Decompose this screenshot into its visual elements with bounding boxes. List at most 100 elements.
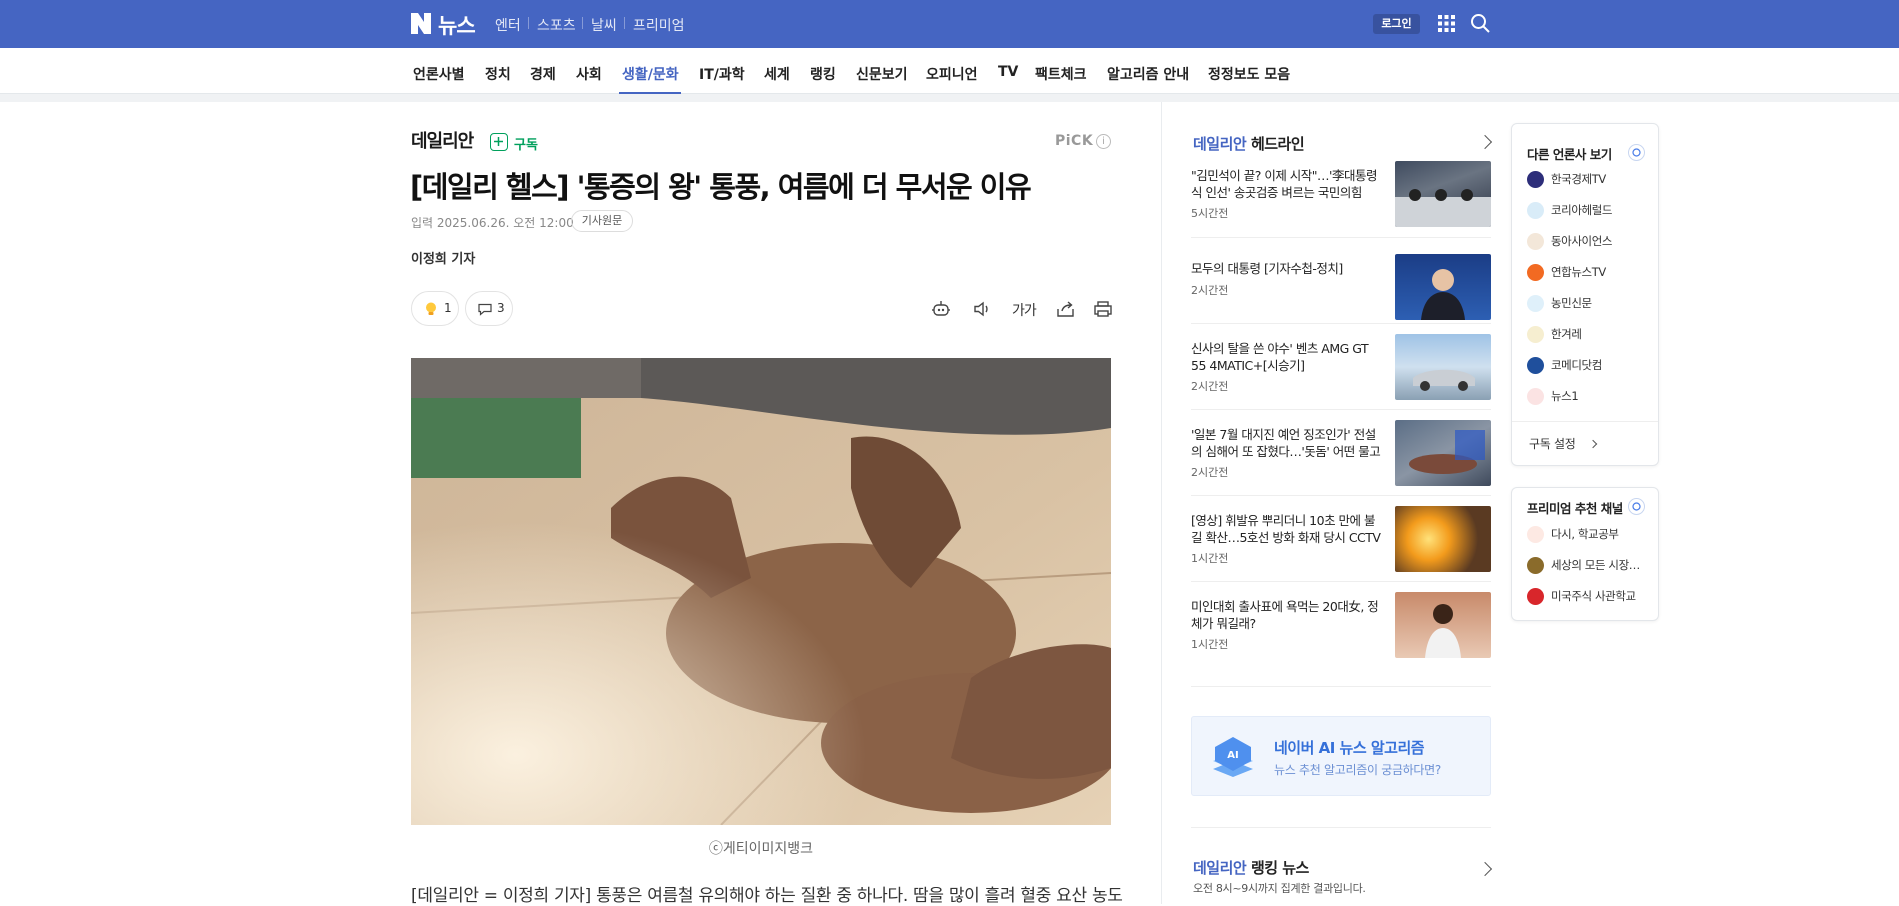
headline-thumbnail (1395, 161, 1491, 227)
naver-n-logo-icon[interactable] (411, 13, 431, 34)
headline-item[interactable]: 신사의 탈을 쓴 야수' 벤츠 AMG GT 55 4MATIC+[시승기] 2… (1191, 334, 1491, 412)
press-item-name: 농민신문 (1551, 296, 1592, 310)
headline-section-title[interactable]: 데일리안 헤드라인 (1193, 133, 1305, 154)
other-press-title: 다른 언론사 보기 (1527, 147, 1612, 162)
service-link-sports[interactable]: 스포츠 (537, 15, 576, 35)
ai-algorithm-banner[interactable]: AI 네이버 AI 뉴스 알고리즘 뉴스 추천 알고리즘이 궁금하다면? (1191, 716, 1491, 796)
press-item-name: 한겨레 (1551, 327, 1582, 341)
car-photo-image (1413, 369, 1475, 391)
press-item[interactable]: 한국경제TV (1527, 169, 1652, 189)
press-item-name: 코리아헤럴드 (1551, 203, 1613, 217)
press-item[interactable]: 코메디닷컴 (1527, 355, 1652, 375)
press-logo-icon (1527, 357, 1544, 374)
channel-name: 미국주식 사관학교 (1551, 589, 1636, 603)
press-item[interactable]: 한겨레 (1527, 324, 1652, 344)
refresh-icon[interactable] (1628, 498, 1645, 515)
like-reaction-button[interactable]: 1 (411, 291, 459, 326)
premium-channel-item[interactable]: 세상의 모든 시장… (1527, 555, 1652, 575)
channel-name: 세상의 모든 시장… (1551, 558, 1640, 572)
premium-channel-item[interactable]: 미국주식 사관학교 (1527, 586, 1652, 606)
news-logo-text[interactable]: 뉴스 (438, 10, 476, 40)
comment-button[interactable]: 3 (465, 291, 513, 326)
category-world[interactable]: 세계 (764, 64, 790, 84)
chevron-right-icon[interactable] (1477, 861, 1493, 877)
ranking-section-title[interactable]: 데일리안 랭킹 뉴스 (1193, 857, 1309, 878)
press-item[interactable]: 뉴스1 (1527, 386, 1652, 406)
service-link-weather[interactable]: 날씨 (591, 15, 617, 35)
category-life-culture[interactable]: 생활/문화 (622, 64, 679, 84)
headline-item-time: 2시간전 (1191, 284, 1229, 297)
print-icon[interactable] (1092, 298, 1114, 320)
pageant-photo-image (1425, 604, 1461, 658)
category-press[interactable]: 언론사별 (413, 64, 465, 84)
share-icon[interactable] (1055, 298, 1077, 320)
category-economy[interactable]: 경제 (530, 64, 556, 84)
item-separator (1191, 237, 1491, 238)
headline-item-time: 1시간전 (1191, 638, 1229, 651)
headline-item-time: 5시간전 (1191, 207, 1229, 220)
press-item-name: 코메디닷컴 (1551, 358, 1602, 372)
font-size-icon[interactable]: 가가 (1012, 300, 1037, 320)
category-it-science[interactable]: IT/과학 (699, 64, 745, 84)
press-logo-icon (1527, 202, 1544, 219)
headline-item-title: "김민석이 끝? 이제 시작"…'李대통령식 인선' 송곳검증 벼르는 국민의힘 (1191, 168, 1378, 200)
chevron-right-icon[interactable] (1588, 439, 1598, 449)
item-separator (1191, 409, 1491, 410)
press-logo-icon (1527, 388, 1544, 405)
reporter-name[interactable]: 이정희 기자 (411, 248, 475, 267)
lightbulb-reaction-icon (426, 302, 436, 315)
apps-grid-icon[interactable] (1438, 15, 1455, 32)
service-link-entertainment[interactable]: 엔터 (495, 15, 521, 35)
category-corrections[interactable]: 정정보도 모음 (1208, 64, 1290, 84)
headline-item-time: 2시간전 (1191, 380, 1229, 393)
headline-item[interactable]: 미인대회 출사표에 욕먹는 20대女, 정체가 뭐길래? 1시간전 (1191, 592, 1491, 670)
other-press-box: 다른 언론사 보기 한국경제TV 코리아헤럴드 동아사이언스 연합뉴스TV 농민… (1511, 123, 1659, 466)
service-link-premium[interactable]: 프리미엄 (633, 15, 685, 35)
ai-cube-icon: AI (1213, 737, 1253, 777)
headline-item[interactable]: 모두의 대통령 [기자수첩-정치] 2시간전 (1191, 254, 1491, 332)
photo-caption: ⓒ게티이미지뱅크 (708, 841, 814, 857)
category-opinion[interactable]: 오피니언 (926, 64, 978, 84)
subscribe-plus-icon[interactable] (490, 133, 508, 151)
refresh-icon[interactable] (1628, 144, 1645, 161)
column-divider (1161, 102, 1162, 904)
headline-item-title: '일본 7월 대지진 예언 징조인가' 전설의 심해어 또 잡혔다…'돗돔' 어… (1191, 427, 1381, 459)
headline-item-time: 1시간전 (1191, 552, 1229, 565)
item-separator (1191, 581, 1491, 582)
info-icon[interactable]: i (1096, 134, 1111, 149)
headline-item[interactable]: "김민석이 끝? 이제 시작"…'李대통령식 인선' 송곳검증 벼르는 국민의힘… (1191, 161, 1491, 239)
channel-logo-icon (1527, 588, 1544, 605)
chevron-right-icon[interactable] (1477, 134, 1493, 150)
login-button[interactable]: 로그인 (1373, 14, 1420, 34)
search-icon[interactable] (1470, 13, 1491, 34)
press-logo[interactable]: 데일리안 (411, 127, 474, 153)
headline-item[interactable]: [영상] 휘발유 뿌리더니 10초 만에 불길 확산…5호선 방화 화재 당시 … (1191, 506, 1491, 584)
category-society[interactable]: 사회 (576, 64, 602, 84)
press-item[interactable]: 코리아헤럴드 (1527, 200, 1652, 220)
category-algorithm[interactable]: 알고리즘 안내 (1107, 64, 1189, 84)
headline-section-press: 데일리안 (1193, 135, 1247, 153)
headline-item-time: 2시간전 (1191, 466, 1229, 479)
category-newspaper[interactable]: 신문보기 (856, 64, 908, 84)
press-item-name: 동아사이언스 (1551, 234, 1613, 248)
audio-icon[interactable] (971, 298, 993, 320)
category-politics[interactable]: 정치 (485, 64, 511, 84)
press-item[interactable]: 농민신문 (1527, 293, 1652, 313)
svg-text:AI: AI (1227, 750, 1238, 761)
press-item[interactable]: 연합뉴스TV (1527, 262, 1652, 282)
category-tv[interactable]: TV (998, 64, 1018, 80)
subscribe-button[interactable]: 구독 (514, 134, 538, 153)
headline-item[interactable]: '일본 7월 대지진 예언 징조인가' 전설의 심해어 또 잡혔다…'돗돔' 어… (1191, 420, 1491, 498)
category-factcheck[interactable]: 팩트체크 (1035, 64, 1087, 84)
section-separator (1191, 827, 1491, 828)
nav-shadow (0, 94, 1899, 102)
press-item[interactable]: 동아사이언스 (1527, 231, 1652, 251)
category-ranking[interactable]: 랭킹 (810, 64, 836, 84)
ranking-section-suffix: 랭킹 뉴스 (1250, 859, 1309, 877)
premium-channel-item[interactable]: 다시, 학교공부 (1527, 524, 1652, 544)
original-article-button[interactable]: 기사원문 (571, 210, 633, 232)
ai-banner-subtitle: 뉴스 추천 알고리즘이 궁금하다면? (1274, 763, 1441, 777)
subscribe-settings-link[interactable]: 구독 설정 (1529, 435, 1576, 452)
ranking-subtitle: 오전 8시~9시까지 집계한 결과입니다. (1193, 882, 1366, 895)
summary-bot-icon[interactable] (930, 298, 952, 320)
